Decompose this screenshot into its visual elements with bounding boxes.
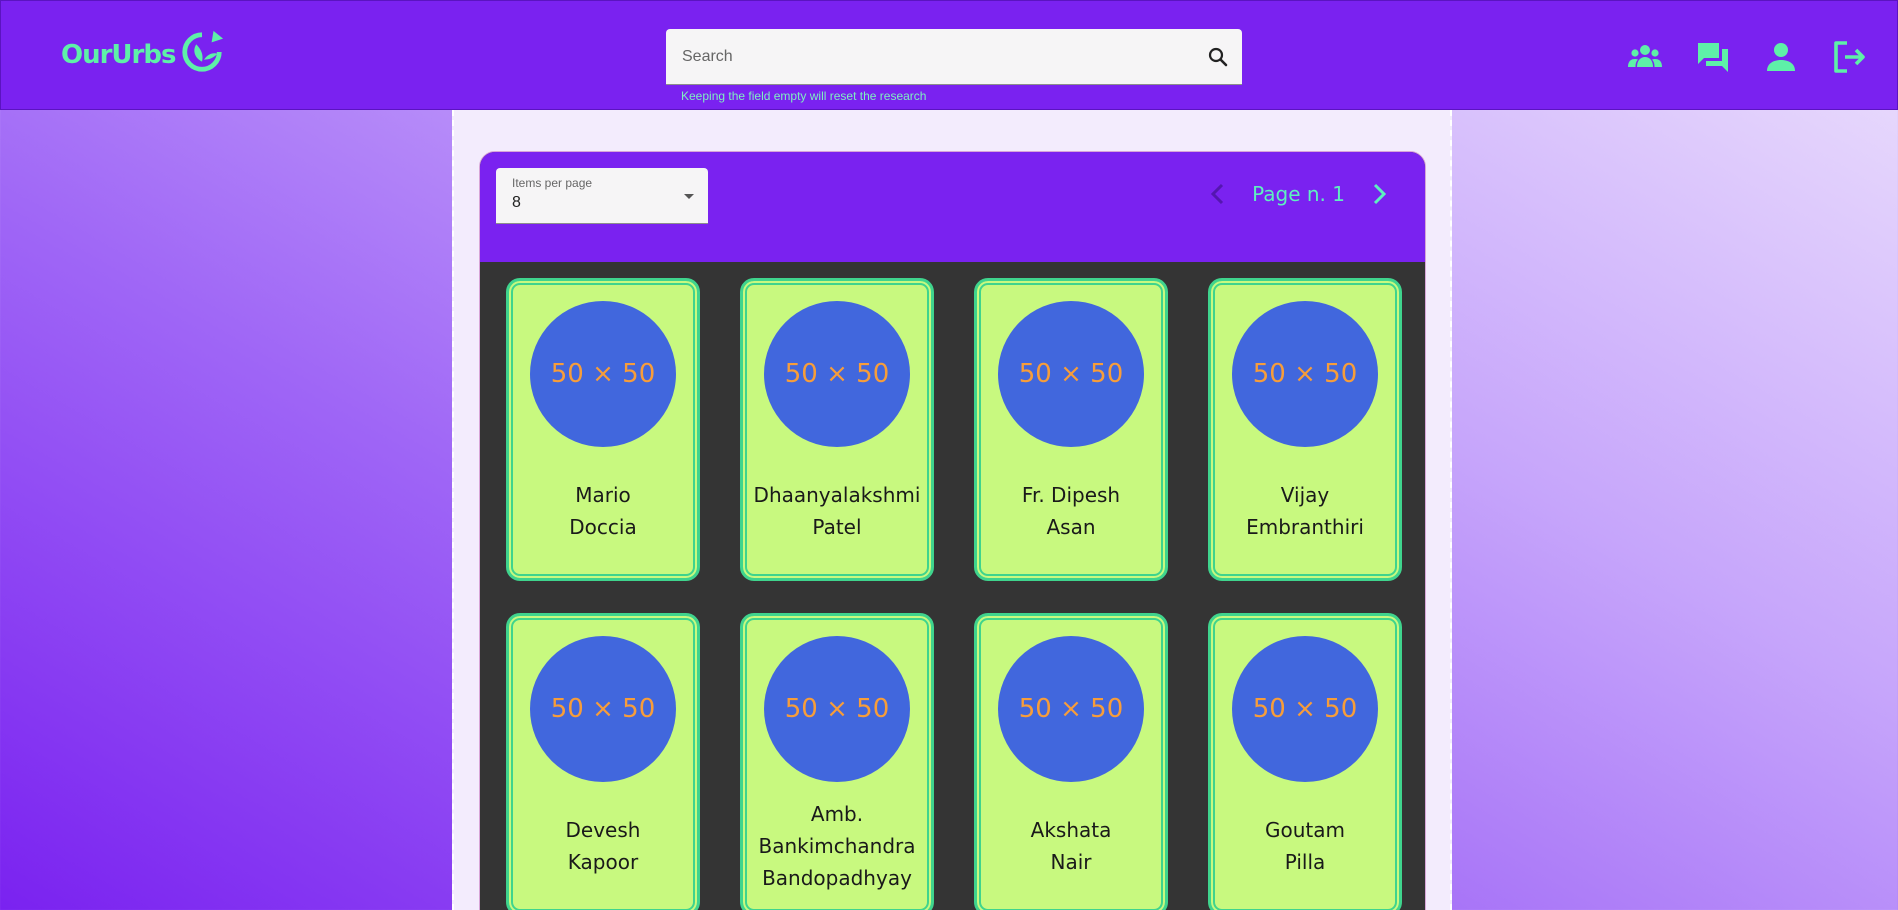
- user-name-line: Mario: [575, 482, 631, 507]
- avatar-placeholder: 50 × 50: [998, 301, 1144, 447]
- avatar-placeholder: 50 × 50: [530, 301, 676, 447]
- user-card[interactable]: 50 × 50 Akshata Nair: [974, 613, 1168, 910]
- user-card[interactable]: 50 × 50 Amb. Bankimchandra Bandopadhyay: [740, 613, 934, 910]
- user-name: Mario Doccia: [509, 447, 697, 578]
- user-name: Amb. Bankimchandra Bandopadhyay: [743, 782, 931, 910]
- next-page-icon[interactable]: [1363, 178, 1395, 210]
- avatar-placeholder: 50 × 50: [764, 636, 910, 782]
- avatar-placeholder: 50 × 50: [1232, 301, 1378, 447]
- nav-actions: [1627, 39, 1867, 75]
- pager: Page n. 1: [1202, 178, 1395, 210]
- user-name-line: Doccia: [569, 514, 637, 539]
- user-card[interactable]: 50 × 50 Goutam Pilla: [1208, 613, 1402, 910]
- user-card[interactable]: 50 × 50 Fr. Dipesh Asan: [974, 278, 1168, 581]
- search-input[interactable]: [682, 43, 1182, 71]
- search-icon[interactable]: [1206, 45, 1230, 69]
- user-card[interactable]: 50 × 50 Devesh Kapoor: [506, 613, 700, 910]
- recycle-leaf-icon: [179, 29, 225, 82]
- user-name: Goutam Pilla: [1211, 782, 1399, 910]
- user-name: Vijay Embranthiri: [1211, 447, 1399, 578]
- user-name: Dhaanyalakshmi Patel: [743, 447, 931, 578]
- user-name: Devesh Kapoor: [509, 782, 697, 910]
- user-card[interactable]: 50 × 50 Mario Doccia: [506, 278, 700, 581]
- user-card-grid: 50 × 50 Mario Doccia 50 × 50 Dhaanyalaks…: [506, 278, 1402, 910]
- groups-icon[interactable]: [1627, 39, 1663, 75]
- search-hint: Keeping the field empty will reset the r…: [681, 89, 927, 103]
- user-name-line: Fr. Dipesh: [1021, 482, 1121, 507]
- user-name-line: Bandopadhyay: [762, 865, 912, 890]
- avatar-placeholder: 50 × 50: [530, 636, 676, 782]
- user-name-line: Amb.: [810, 801, 864, 826]
- avatar-placeholder: 50 × 50: [1232, 636, 1378, 782]
- user-name-line: Devesh: [565, 817, 641, 842]
- user-name-line: Bankimchandra: [758, 833, 916, 858]
- page-number-label: Page n. 1: [1252, 182, 1345, 206]
- user-name-line: Patel: [812, 514, 862, 539]
- user-name-line: Dhaanyalakshmi: [753, 482, 921, 507]
- user-name-line: Vijay: [1280, 482, 1330, 507]
- logout-icon[interactable]: [1831, 39, 1867, 75]
- items-per-page-value: 8: [512, 194, 521, 211]
- user-name-line: Embranthiri: [1246, 514, 1364, 539]
- previous-page-icon[interactable]: [1202, 178, 1234, 210]
- avatar-placeholder: 50 × 50: [998, 636, 1144, 782]
- chevron-down-icon: [684, 194, 694, 199]
- user-name-line: Kapoor: [567, 849, 639, 874]
- user-name-line: Pilla: [1284, 849, 1326, 874]
- user-card[interactable]: 50 × 50 Vijay Embranthiri: [1208, 278, 1402, 581]
- chat-icon[interactable]: [1695, 39, 1731, 75]
- users-panel: Items per page 8 Page n. 1 50 × 50 Mario…: [479, 151, 1426, 910]
- user-card[interactable]: 50 × 50 Dhaanyalakshmi Patel: [740, 278, 934, 581]
- search-field[interactable]: [666, 29, 1242, 85]
- user-name-line: Nair: [1050, 849, 1092, 874]
- top-app-bar: OurUrbs Keeping the field empty will res…: [0, 0, 1898, 110]
- logo-text: OurUrbs: [61, 40, 176, 70]
- user-name-line: Goutam: [1265, 817, 1345, 842]
- items-per-page-label: Items per page: [512, 176, 593, 190]
- user-name-line: Asan: [1046, 514, 1096, 539]
- paginator-bar: Items per page 8 Page n. 1: [480, 152, 1425, 262]
- user-name-line: Akshata: [1030, 817, 1112, 842]
- avatar-placeholder: 50 × 50: [764, 301, 910, 447]
- items-per-page-select[interactable]: Items per page 8: [496, 168, 708, 224]
- user-name: Fr. Dipesh Asan: [977, 447, 1165, 578]
- app-logo[interactable]: OurUrbs: [61, 29, 225, 82]
- user-name: Akshata Nair: [977, 782, 1165, 910]
- person-icon[interactable]: [1763, 39, 1799, 75]
